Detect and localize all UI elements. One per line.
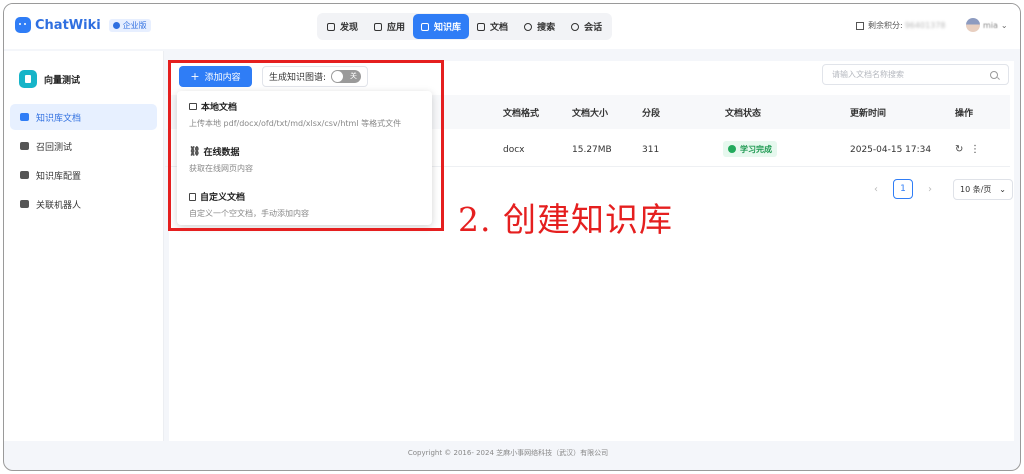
config-icon <box>20 171 29 179</box>
sidebar-item-linked-robots[interactable]: 关联机器人 <box>10 191 157 217</box>
sidebar-item-kb-config[interactable]: 知识库配置 <box>10 162 157 188</box>
col-actions: 操作 <box>955 109 974 119</box>
refresh-icon[interactable]: ↻ <box>955 144 963 155</box>
top-bar: ChatWiki 企业版 发现 应用 知识库 文档 搜索 会话 剩余积分: 96… <box>4 4 1020 49</box>
points-value: 96401378 <box>904 21 946 30</box>
points-label: 剩余积分: <box>868 21 903 30</box>
document-list-icon <box>20 113 29 121</box>
col-size: 文档大小 <box>572 109 609 119</box>
chevron-down-icon: ⌄ <box>999 185 1006 194</box>
nav-apps[interactable]: 应用 <box>366 14 413 39</box>
col-updated: 更新时间 <box>850 109 887 119</box>
sidebar-item-label: 知识库配置 <box>36 171 82 182</box>
kb-header: 向量测试 <box>19 70 80 88</box>
chatwiki-logo-icon <box>15 17 31 33</box>
document-icon <box>477 22 486 31</box>
app-name: ChatWiki <box>35 17 101 33</box>
sidebar-item-recall-test[interactable]: 召回测试 <box>10 133 157 159</box>
nav-documents[interactable]: 文档 <box>469 14 516 39</box>
nav-label: 搜索 <box>537 23 556 33</box>
cell-size: 15.27MB <box>572 145 612 155</box>
search-placeholder: 请输入文档名称搜索 <box>832 70 904 79</box>
search-icon <box>524 22 533 31</box>
annotation-highlight-box <box>168 60 444 231</box>
next-page-icon[interactable]: › <box>928 184 932 195</box>
cell-segments: 311 <box>642 145 660 155</box>
sidebar-item-label: 召回测试 <box>36 142 73 153</box>
page-size-label: 10 条/页 <box>960 185 992 194</box>
chevron-down-icon: ⌄ <box>1000 20 1008 30</box>
nav-label: 发现 <box>340 23 359 33</box>
search-input[interactable]: 请输入文档名称搜索 <box>822 64 1009 85</box>
col-segments: 分段 <box>642 109 661 119</box>
cell-format: docx <box>503 145 525 155</box>
kb-title: 向量测试 <box>44 75 81 86</box>
edition-badge: 企业版 <box>108 18 151 32</box>
chat-icon <box>571 22 580 31</box>
search-icon <box>990 70 998 79</box>
footer-copyright: Copyright © 2016- 2024 芝麻小事网络科技（武汉）有限公司 <box>407 449 609 457</box>
robot-icon <box>374 22 383 31</box>
edition-icon <box>112 21 120 29</box>
col-format: 文档格式 <box>503 109 540 119</box>
page-button-current[interactable]: 1 <box>893 179 913 199</box>
status-label: 学习完成 <box>740 144 772 154</box>
annotation-text: 2. 创建知识库 <box>458 200 673 239</box>
sidebar-item-documents[interactable]: 知识库文档 <box>10 104 157 130</box>
sidebar: 向量测试 知识库文档 召回测试 知识库配置 关联机器人 <box>4 51 164 441</box>
points-display: 剩余积分: 96401378 <box>856 20 945 31</box>
app-logo[interactable]: ChatWiki 企业版 <box>15 17 151 33</box>
cell-updated: 2025-04-15 17:34 <box>850 145 932 155</box>
more-icon[interactable]: ⋮ <box>970 144 980 155</box>
nav-chat[interactable]: 会话 <box>563 14 610 39</box>
nav-discover[interactable]: 发现 <box>319 14 366 39</box>
nav-label: 知识库 <box>434 23 462 33</box>
status-badge: 学习完成 <box>723 141 777 157</box>
library-icon <box>421 22 430 31</box>
nav-label: 文档 <box>490 23 509 33</box>
user-name: mia <box>983 20 998 30</box>
avatar <box>966 18 980 32</box>
check-circle-icon <box>728 145 736 153</box>
knowledge-base-icon <box>19 70 37 88</box>
nav-label: 应用 <box>387 23 406 33</box>
discover-icon <box>327 22 335 31</box>
points-icon <box>856 21 864 30</box>
nav-label: 会话 <box>584 23 603 33</box>
edition-label: 企业版 <box>122 20 147 30</box>
page-size-select[interactable]: 10 条/页 ⌄ <box>953 179 1013 200</box>
nav-knowledge-base[interactable]: 知识库 <box>413 14 470 39</box>
user-menu[interactable]: mia ⌄ <box>966 18 1008 32</box>
recall-icon <box>20 142 29 150</box>
sidebar-item-label: 关联机器人 <box>36 200 82 211</box>
prev-page-icon[interactable]: ‹ <box>874 184 878 195</box>
nav-search[interactable]: 搜索 <box>516 14 563 39</box>
col-status: 文档状态 <box>725 109 762 119</box>
main-nav: 发现 应用 知识库 文档 搜索 会话 <box>317 13 613 40</box>
sidebar-item-label: 知识库文档 <box>36 113 82 124</box>
robot-icon <box>20 200 29 208</box>
